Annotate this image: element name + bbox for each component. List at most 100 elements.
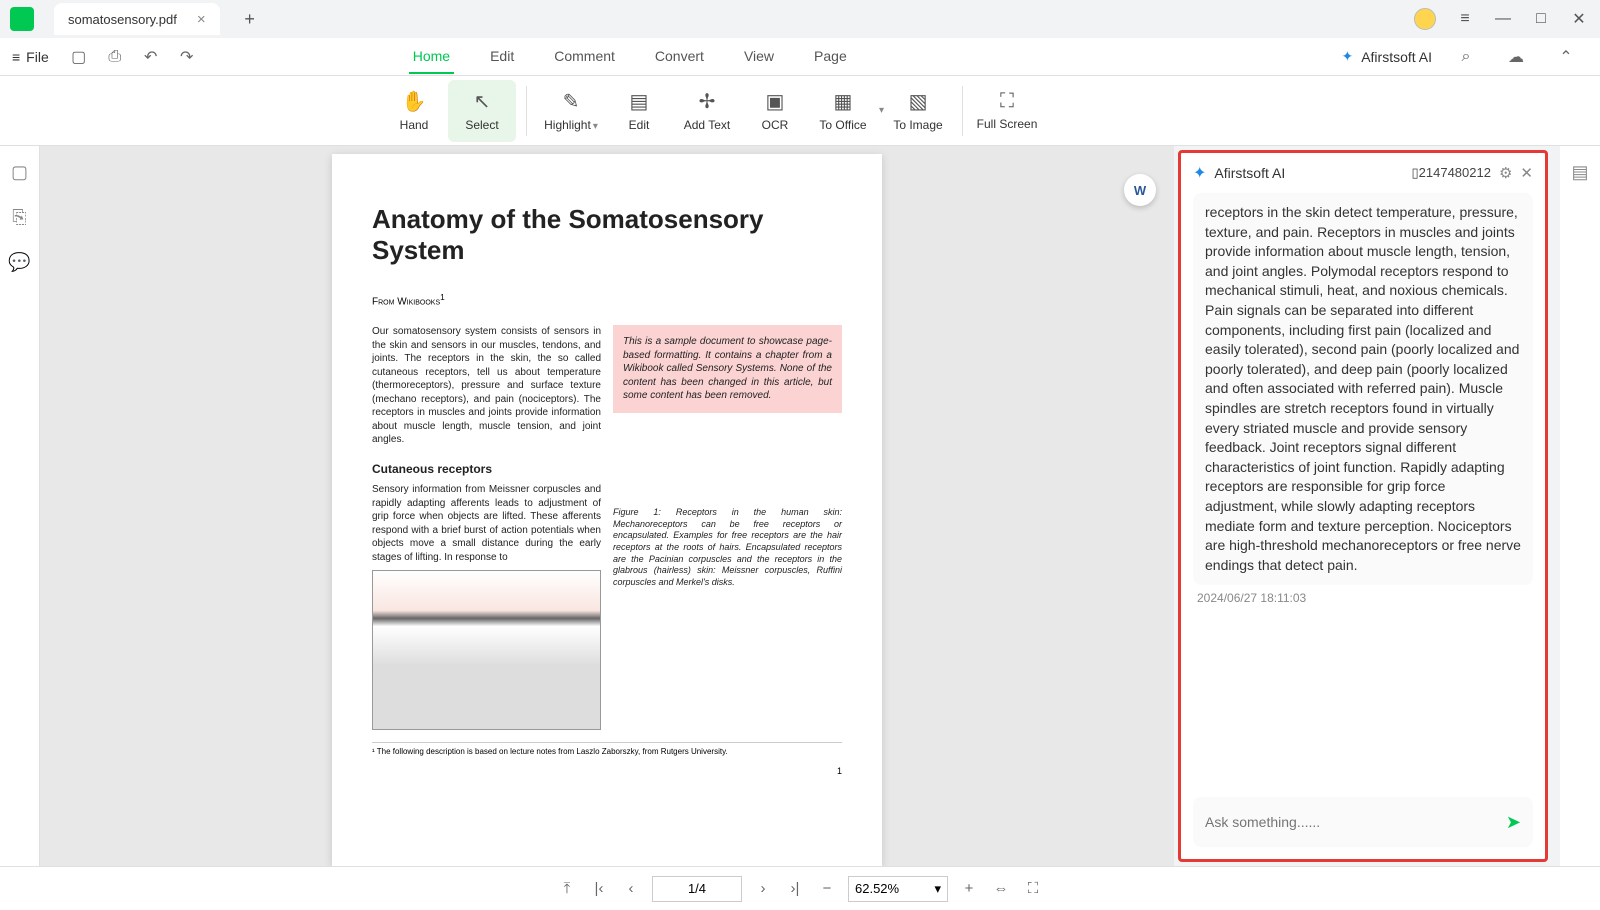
main-area: ▢ ⎘ 💬 W Anatomy of the Somatosensory Sys… [0,146,1600,866]
hand-icon: ✋ [402,89,427,114]
menu-edit[interactable]: Edit [486,40,518,74]
file-menubar-row: ≡ File ▢ ⎙ ↶ ↷ Home Edit Comment Convert… [0,38,1600,76]
menu-icon: ≡ [12,49,20,65]
document-viewport[interactable]: W Anatomy of the Somatosensory System Fr… [40,146,1174,866]
tool-full-screen[interactable]: ⛶ Full Screen [973,80,1041,142]
ai-settings-icon[interactable]: ⚙ [1499,164,1512,182]
zoom-select[interactable]: 62.52% ▾ [848,876,948,902]
ai-toolbar-button[interactable]: ✦ Afirstsoft AI [1341,48,1432,65]
zoom-in-icon[interactable]: + [958,880,980,897]
chevron-down-icon: ▾ [593,121,598,132]
prev-page-icon[interactable]: ‹ [620,880,642,897]
doc-footnote: ¹ The following description is based on … [372,742,842,756]
toolbar-separator [526,86,527,136]
page-input[interactable] [652,876,742,902]
tab-filename: somatosensory.pdf [68,12,177,27]
ai-timestamp: 2024/06/27 18:11:03 [1197,591,1529,605]
ai-token-count: ▯2147480212 [1412,165,1491,181]
ai-panel-title: Afirstsoft AI [1214,165,1285,181]
tool-highlight[interactable]: ✎ Highlight▾ [537,80,605,142]
chevron-down-icon: ▾ [934,881,941,897]
panel-toggle-icon[interactable]: ▤ [1571,162,1588,183]
ai-panel-header: ✦ Afirstsoft AI ▯2147480212 ⚙ ✕ [1181,153,1545,193]
doc-right-column: This is a sample document to showcase pa… [613,325,842,730]
zoom-value: 62.52% [855,881,899,896]
fullscreen-icon: ⛶ [1000,90,1014,113]
cloud-icon[interactable]: ☁ [1502,43,1530,71]
ai-button-label: Afirstsoft AI [1361,49,1432,65]
pdf-page: Anatomy of the Somatosensory System From… [332,154,882,866]
ai-input-box[interactable]: ➤ [1193,797,1533,847]
first-page-icon[interactable]: ⤒ [556,880,578,897]
menu-page[interactable]: Page [810,40,851,74]
status-bar: ⤒ |‹ ‹ › ›| − 62.52% ▾ + ⇔ ⛶ [0,866,1600,910]
undo-icon[interactable]: ↶ [137,43,165,71]
fit-page-icon[interactable]: ⛶ [1022,880,1044,897]
tool-add-text[interactable]: ✢ Add Text [673,80,741,142]
search-icon[interactable]: ⌕ [1452,43,1480,71]
fit-width-icon[interactable]: ⇔ [990,880,1012,897]
hamburger-menu-icon[interactable]: ≡ [1456,10,1474,28]
tab-close-icon[interactable]: × [197,11,206,28]
office-icon: ▦ [834,89,853,114]
menu-view[interactable]: View [740,40,778,74]
edit-icon: ▤ [630,89,649,114]
redo-icon[interactable]: ↷ [173,43,201,71]
ai-text-input[interactable] [1205,814,1506,830]
document-tab[interactable]: somatosensory.pdf × [54,3,220,35]
titlebar: somatosensory.pdf × + ≡ — □ ✕ [0,0,1600,38]
doc-subheading: Cutaneous receptors [372,461,601,477]
sparkle-icon: ✦ [1193,163,1206,183]
toolbar-separator [962,86,963,136]
home-toolbar: ✋ Hand ↖ Select ✎ Highlight▾ ▤ Edit ✢ Ad… [0,76,1600,146]
tool-select[interactable]: ↖ Select [448,80,516,142]
doc-page-number: 1 [372,766,842,776]
next-set-icon[interactable]: ›| [784,880,806,897]
tool-edit[interactable]: ▤ Edit [605,80,673,142]
convert-to-word-fab[interactable]: W [1124,174,1156,206]
left-sidebar: ▢ ⎘ 💬 [0,146,40,866]
doc-figure-diagram [372,570,601,730]
new-tab-button[interactable]: + [238,9,262,30]
ai-response-bubble: receptors in the skin detect temperature… [1193,193,1533,585]
minimize-icon[interactable]: — [1494,10,1512,28]
ai-close-icon[interactable]: ✕ [1520,164,1533,182]
tool-to-office[interactable]: ▦ To Office [809,80,877,142]
print-icon[interactable]: ⎙ [101,43,129,71]
file-menu-button[interactable]: ≡ File [12,49,49,65]
ai-panel: ✦ Afirstsoft AI ▯2147480212 ⚙ ✕ receptor… [1178,150,1548,862]
save-icon[interactable]: ▢ [65,43,93,71]
ocr-icon: ▣ [766,89,785,114]
right-sidebar: ▤ [1560,146,1600,866]
doc-title: Anatomy of the Somatosensory System [372,204,842,266]
doc-figure-caption: Figure 1: Receptors in the human skin: M… [613,507,842,589]
prev-set-icon[interactable]: |‹ [588,880,610,897]
user-avatar[interactable] [1414,8,1436,30]
tool-hand[interactable]: ✋ Hand [380,80,448,142]
bookmark-icon[interactable]: ⎘ [12,207,26,228]
app-logo [10,7,34,31]
cursor-icon: ↖ [474,89,491,114]
ai-messages[interactable]: receptors in the skin detect temperature… [1181,193,1545,789]
close-window-icon[interactable]: ✕ [1570,10,1588,28]
tool-to-image[interactable]: ▧ To Image [884,80,952,142]
file-menu-label: File [26,49,49,65]
doc-para: Sensory information from Meissner corpus… [372,483,601,564]
maximize-icon[interactable]: □ [1532,10,1550,28]
doc-source: From Wikibooks1 [372,292,842,307]
comments-icon[interactable]: 💬 [8,252,30,273]
menu-comment[interactable]: Comment [550,40,619,74]
doc-left-column: Our somatosensory system consists of sen… [372,325,601,730]
highlight-icon: ✎ [563,89,580,114]
add-text-icon: ✢ [699,89,716,114]
next-page-icon[interactable]: › [752,880,774,897]
zoom-out-icon[interactable]: − [816,880,838,897]
menu-convert[interactable]: Convert [651,40,708,74]
collapse-ribbon-icon[interactable]: ⌃ [1552,43,1580,71]
doc-intro: Our somatosensory system consists of sen… [372,325,601,447]
thumbnails-icon[interactable]: ▢ [11,162,28,183]
ai-send-icon[interactable]: ➤ [1506,812,1521,833]
main-menubar: Home Edit Comment Convert View Page [409,40,851,74]
menu-home[interactable]: Home [409,40,454,74]
tool-ocr[interactable]: ▣ OCR [741,80,809,142]
